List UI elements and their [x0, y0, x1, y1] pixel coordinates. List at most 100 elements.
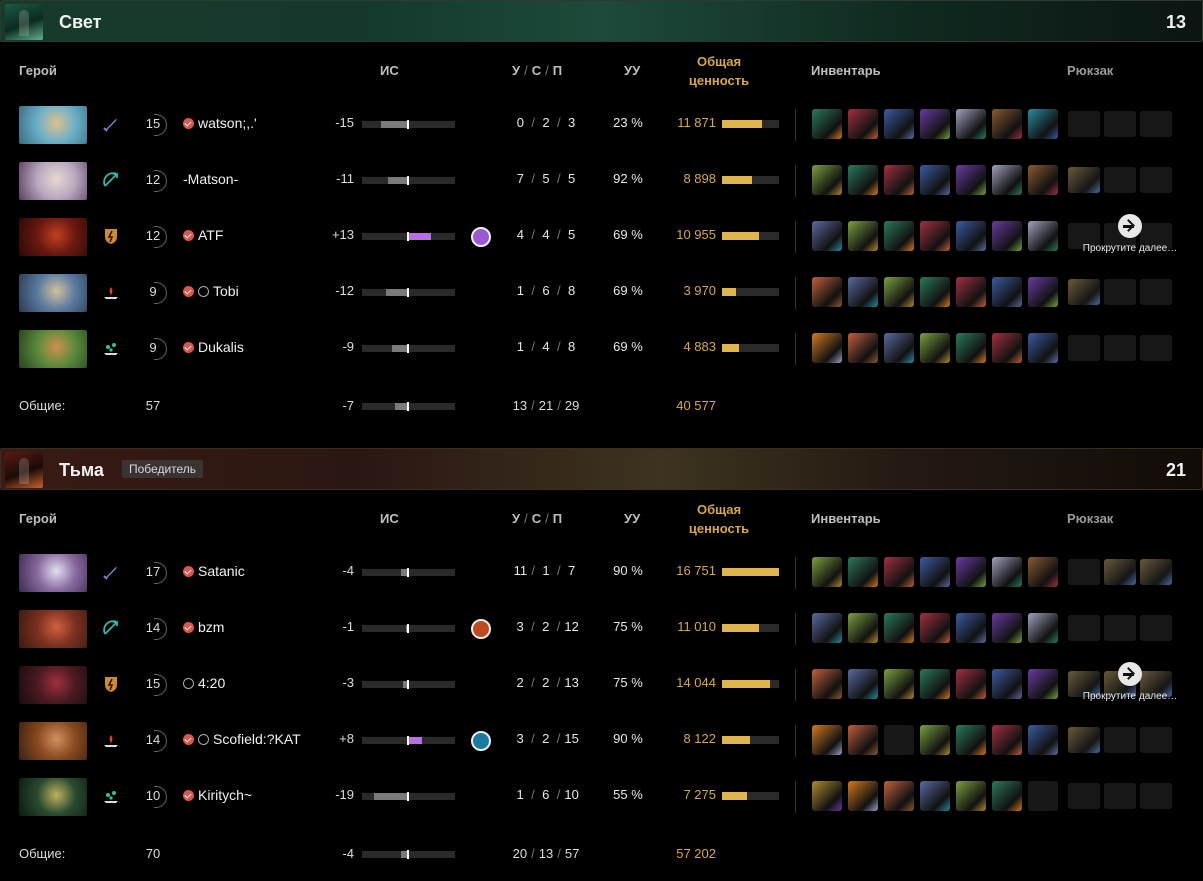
inventory-item-icon[interactable] [884, 725, 914, 755]
scroll-hint[interactable]: Прокрутите далее… [1068, 662, 1192, 702]
inventory-item-icon[interactable] [848, 165, 878, 195]
backpack-item-icon[interactable] [1068, 615, 1100, 641]
player-row[interactable]: 12 ATF +13 4/4/5 69 % 10 955 [0, 209, 1203, 265]
hero-portrait[interactable] [19, 778, 87, 816]
player-name[interactable]: Kiritych~ [183, 787, 252, 803]
inventory-item-icon[interactable] [1028, 109, 1058, 139]
player-row[interactable]: 15 4:20 -3 2/2/13 75 % 14 044 [0, 657, 1203, 713]
backpack-item-icon[interactable] [1140, 783, 1172, 809]
inventory-item-icon[interactable] [1028, 669, 1058, 699]
inventory-item-icon[interactable] [848, 725, 878, 755]
inventory-item-icon[interactable] [956, 725, 986, 755]
player-row[interactable]: 9 Tobi -12 1/6/8 69 % 3 970 [0, 265, 1203, 321]
backpack-item-icon[interactable] [1104, 727, 1136, 753]
player-row[interactable]: 12 -Matson- -11 7/5/5 92 % 8 898 [0, 153, 1203, 209]
backpack-item-icon[interactable] [1140, 335, 1172, 361]
inventory-item-icon[interactable] [1028, 165, 1058, 195]
inventory-item-icon[interactable] [1028, 557, 1058, 587]
inventory-item-icon[interactable] [956, 277, 986, 307]
inventory-item-icon[interactable] [884, 277, 914, 307]
backpack-item-icon[interactable] [1068, 335, 1100, 361]
hero-portrait[interactable] [19, 218, 87, 256]
player-name[interactable]: ATF [183, 227, 223, 243]
inventory-item-icon[interactable] [1028, 725, 1058, 755]
inventory-item-icon[interactable] [920, 557, 950, 587]
inventory-item-icon[interactable] [848, 557, 878, 587]
inventory-item-icon[interactable] [920, 109, 950, 139]
inventory-item-icon[interactable] [884, 669, 914, 699]
inventory-item-icon[interactable] [848, 333, 878, 363]
inventory-item-icon[interactable] [812, 109, 842, 139]
backpack-item-icon[interactable] [1140, 615, 1172, 641]
player-name[interactable]: Dukalis [183, 339, 244, 355]
backpack-item-icon[interactable] [1140, 167, 1172, 193]
col-is[interactable]: ИС [380, 511, 399, 526]
inventory-item-icon[interactable] [956, 333, 986, 363]
inventory-item-icon[interactable] [992, 781, 1022, 811]
backpack-item-icon[interactable] [1068, 783, 1100, 809]
inventory-item-icon[interactable] [848, 221, 878, 251]
inventory-item-icon[interactable] [848, 109, 878, 139]
player-name[interactable]: Scofield:?KAT [183, 731, 301, 747]
inventory-item-icon[interactable] [812, 333, 842, 363]
inventory-item-icon[interactable] [848, 781, 878, 811]
inventory-item-icon[interactable] [920, 221, 950, 251]
inventory-item-icon[interactable] [812, 165, 842, 195]
inventory-item-icon[interactable] [920, 277, 950, 307]
player-row[interactable]: 9 Dukalis -9 1/4/8 69 % 4 883 [0, 321, 1203, 377]
inventory-item-icon[interactable] [812, 277, 842, 307]
col-uu[interactable]: УУ [624, 63, 640, 78]
col-networth[interactable]: Общая ценность [676, 52, 762, 90]
backpack-item-icon[interactable] [1140, 111, 1172, 137]
inventory-item-icon[interactable] [812, 669, 842, 699]
backpack-item-icon[interactable] [1104, 111, 1136, 137]
hero-portrait[interactable] [19, 666, 87, 704]
backpack-item-icon[interactable] [1104, 167, 1136, 193]
inventory-item-icon[interactable] [1028, 781, 1058, 811]
inventory-item-icon[interactable] [920, 725, 950, 755]
inventory-item-icon[interactable] [956, 613, 986, 643]
backpack-item-icon[interactable] [1068, 279, 1100, 305]
arrow-right-icon[interactable] [1118, 214, 1142, 238]
inventory-item-icon[interactable] [920, 333, 950, 363]
player-name[interactable]: 4:20 [183, 675, 225, 691]
inventory-item-icon[interactable] [956, 109, 986, 139]
inventory-item-icon[interactable] [884, 781, 914, 811]
hero-portrait[interactable] [19, 554, 87, 592]
inventory-item-icon[interactable] [848, 277, 878, 307]
inventory-item-icon[interactable] [920, 781, 950, 811]
inventory-item-icon[interactable] [992, 333, 1022, 363]
player-name[interactable]: watson;,.' [183, 115, 257, 131]
player-row[interactable]: 17 Satanic -4 11/1/7 90 % 16 751 [0, 545, 1203, 601]
inventory-item-icon[interactable] [956, 669, 986, 699]
col-kda[interactable]: У / С / П [512, 63, 562, 78]
player-row[interactable]: 14 bzm -1 3/2/12 75 % 11 010 [0, 601, 1203, 657]
inventory-item-icon[interactable] [956, 165, 986, 195]
col-is[interactable]: ИС [380, 63, 399, 78]
arrow-right-icon[interactable] [1118, 662, 1142, 686]
hero-portrait[interactable] [19, 274, 87, 312]
inventory-item-icon[interactable] [1028, 333, 1058, 363]
inventory-item-icon[interactable] [1028, 613, 1058, 643]
backpack-item-icon[interactable] [1140, 559, 1172, 585]
player-row[interactable]: 15 watson;,.' -15 0/2/3 23 % 11 871 [0, 97, 1203, 153]
backpack-item-icon[interactable] [1140, 279, 1172, 305]
inventory-item-icon[interactable] [956, 557, 986, 587]
inventory-item-icon[interactable] [992, 613, 1022, 643]
inventory-item-icon[interactable] [884, 613, 914, 643]
rank-badge-icon[interactable] [471, 619, 491, 639]
col-kda[interactable]: У / С / П [512, 511, 562, 526]
inventory-item-icon[interactable] [812, 781, 842, 811]
inventory-item-icon[interactable] [992, 277, 1022, 307]
backpack-item-icon[interactable] [1068, 727, 1100, 753]
hero-portrait[interactable] [19, 722, 87, 760]
inventory-item-icon[interactable] [848, 669, 878, 699]
rank-badge-icon[interactable] [471, 227, 491, 247]
hero-portrait[interactable] [19, 610, 87, 648]
inventory-item-icon[interactable] [812, 221, 842, 251]
inventory-item-icon[interactable] [992, 557, 1022, 587]
inventory-item-icon[interactable] [884, 221, 914, 251]
inventory-item-icon[interactable] [1028, 221, 1058, 251]
rank-badge-icon[interactable] [471, 731, 491, 751]
inventory-item-icon[interactable] [992, 221, 1022, 251]
